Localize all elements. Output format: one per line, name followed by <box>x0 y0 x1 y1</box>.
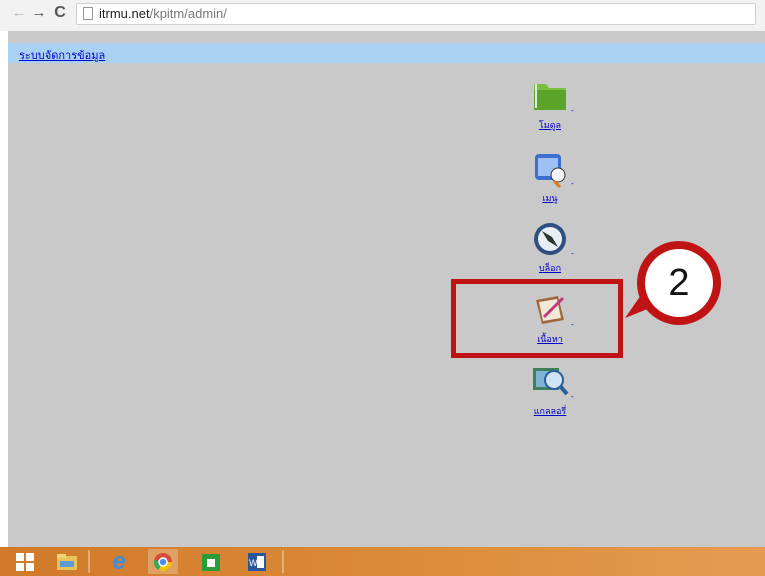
back-arrow-icon[interactable]: ← <box>10 4 28 22</box>
block-item[interactable]: - บล็อก <box>510 219 590 275</box>
url-text: itrmu.net/kpitm/admin/ <box>99 6 227 21</box>
menu-link[interactable]: เมนู <box>510 191 590 205</box>
title-bar: ระบบจัดการข้อมูล <box>8 43 765 63</box>
store-icon[interactable] <box>196 549 226 574</box>
module-item[interactable]: - โมดูล <box>510 76 590 132</box>
taskbar-separator <box>88 550 90 573</box>
module-link[interactable]: โมดูล <box>510 118 590 132</box>
step-number: 2 <box>645 249 713 317</box>
start-icon[interactable] <box>10 549 40 574</box>
compass-icon <box>530 219 570 259</box>
browser-toolbar: ← → C itrmu.net/kpitm/admin/ <box>0 0 765 31</box>
highlight-box <box>451 279 623 358</box>
internet-explorer-icon[interactable]: e <box>104 548 134 575</box>
address-bar[interactable]: itrmu.net/kpitm/admin/ <box>76 3 756 25</box>
forward-arrow-icon[interactable]: → <box>30 4 48 22</box>
taskbar-separator <box>282 550 284 573</box>
gallery-search-icon <box>530 362 570 402</box>
reload-icon[interactable]: C <box>51 4 69 22</box>
menu-item[interactable]: - เมนู <box>510 149 590 205</box>
block-link[interactable]: บล็อก <box>510 261 590 275</box>
word-icon[interactable]: W <box>242 549 272 574</box>
gallery-item[interactable]: - แกลลอรี่ <box>510 362 590 418</box>
gallery-link[interactable]: แกลลอรี่ <box>510 404 590 418</box>
menu-window-icon <box>530 149 570 189</box>
svg-text:W: W <box>249 558 258 568</box>
folder-icon <box>530 76 570 116</box>
chrome-icon[interactable] <box>148 549 178 574</box>
file-explorer-icon[interactable] <box>52 549 82 574</box>
system-title-link[interactable]: ระบบจัดการข้อมูล <box>19 46 105 64</box>
page-icon <box>83 7 93 20</box>
taskbar: e W <box>0 547 765 576</box>
step-number-badge: 2 <box>637 241 721 325</box>
